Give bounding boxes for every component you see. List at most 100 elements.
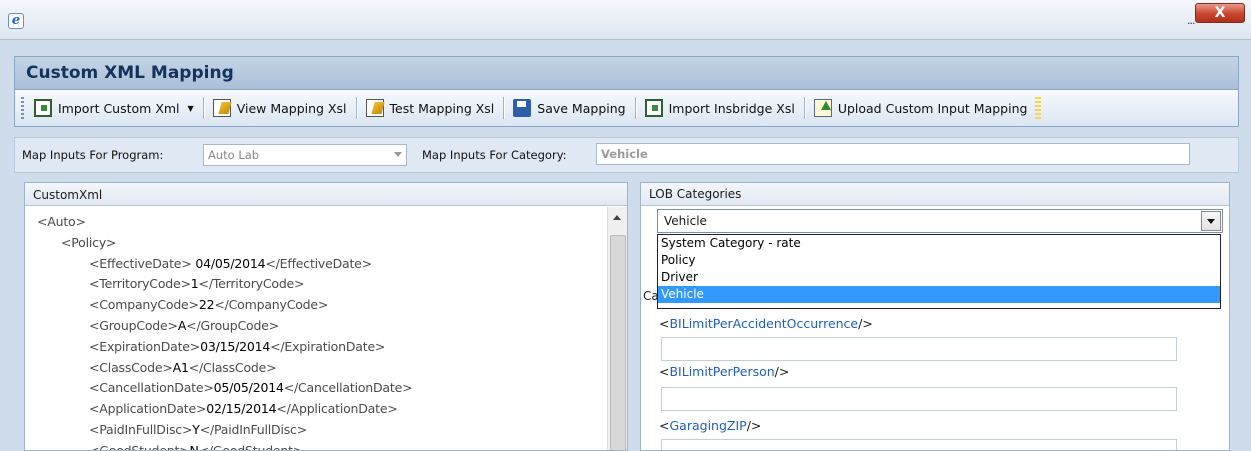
- minimize-button[interactable]: ...: [1187, 14, 1195, 27]
- import-custom-xml-button[interactable]: Import Custom Xml ▼: [30, 94, 198, 122]
- toolbar-separator: [202, 97, 204, 119]
- import-insbridge-xsl-label: Import Insbridge Xsl: [668, 100, 795, 116]
- lob-categories-panel: LOB Categories Vehicle System Category -…: [640, 182, 1230, 451]
- import-icon: [34, 99, 52, 117]
- xml-value: N: [189, 442, 199, 451]
- lob-category-select[interactable]: Vehicle: [657, 209, 1223, 233]
- xml-open-tag: <EffectiveDate>: [89, 255, 192, 271]
- xml-value: A: [177, 318, 187, 333]
- toolbar-separator: [803, 97, 805, 119]
- toolbar-separator: [634, 97, 636, 119]
- xml-value: 03/15/2014: [200, 338, 271, 354]
- toolbar: Import Custom Xml ▼ View Mapping Xsl Tes…: [14, 89, 1239, 127]
- chevron-down-icon[interactable]: ▼: [188, 104, 194, 113]
- xml-open-tag: <ExpirationDate>: [89, 338, 201, 354]
- lob-categories-header: LOB Categories: [641, 183, 1229, 206]
- category-label: Map Inputs For Category:: [422, 148, 567, 162]
- import-custom-xml-label: Import Custom Xml: [58, 100, 180, 116]
- xml-open-tag: <CancellationDate>: [89, 380, 214, 396]
- xml-line[interactable]: <PaidInFullDisc>Y</PaidInFullDisc>: [89, 422, 307, 437]
- field-tag-bracket: />: [746, 418, 762, 433]
- xml-close-tag: </CompanyCode>: [214, 297, 329, 313]
- field-tag-bracket: <: [659, 418, 670, 433]
- view-mapping-xsl-label: View Mapping Xsl: [236, 100, 347, 116]
- chevron-down-icon[interactable]: [1201, 211, 1221, 231]
- window-title-bar: e ... X: [0, 0, 1251, 40]
- toolbar-separator: [503, 97, 505, 119]
- scrollbar-thumb[interactable]: [610, 235, 626, 450]
- xml-open-tag: <PaidInFullDisc>: [89, 422, 193, 437]
- chevron-down-icon: [394, 152, 402, 157]
- xml-close-tag: </PaidInFullDisc>: [199, 422, 307, 437]
- field-label: <BILimitPerPerson/>: [659, 364, 789, 379]
- xml-line[interactable]: <EffectiveDate> 04/05/2014</EffectiveDat…: [89, 256, 372, 271]
- xml-line[interactable]: <GroupCode>A</GroupCode>: [89, 318, 279, 333]
- lob-category-dropdown[interactable]: System Category - rate Policy Driver Vehicl…: [657, 234, 1221, 309]
- xml-line[interactable]: <Policy>: [61, 234, 117, 250]
- xml-open-tag: <TerritoryCode>: [89, 276, 191, 292]
- custom-xml-panel: CustomXml <Auto> <Policy> <EffectiveDate> …: [24, 182, 628, 451]
- xml-line[interactable]: <ClassCode>A1</ClassCode>: [89, 359, 277, 375]
- import-insbridge-xsl-button[interactable]: Import Insbridge Xsl: [641, 94, 799, 122]
- toolbar-separator: [355, 97, 357, 119]
- xml-close-tag: </ClassCode>: [188, 359, 277, 375]
- filter-bar: Map Inputs For Program: Auto Lab Map Inp…: [14, 137, 1239, 173]
- xml-line[interactable]: <Auto>: [37, 214, 86, 229]
- upload-icon: [813, 99, 832, 117]
- test-mapping-xsl-button[interactable]: Test Mapping Xsl: [362, 94, 499, 122]
- xml-value: 02/15/2014: [206, 401, 277, 417]
- xml-close-tag: </ExpirationDate>: [270, 338, 386, 354]
- xml-close-tag: </ApplicationDate>: [276, 401, 398, 417]
- lob-option[interactable]: Driver: [658, 269, 1220, 286]
- field-name: GaragingZIP: [669, 418, 747, 433]
- xml-value: 22: [198, 297, 215, 313]
- field-tag-bracket: <: [659, 364, 670, 379]
- xml-value: 04/05/2014: [191, 255, 266, 271]
- upload-custom-input-mapping-button[interactable]: Upload Custom Input Mapping: [810, 94, 1032, 122]
- xml-line[interactable]: <CancellationDate>05/05/2014</Cancellati…: [89, 380, 413, 396]
- category-field[interactable]: Vehicle: [596, 143, 1190, 165]
- field-input[interactable]: [661, 337, 1177, 361]
- xml-close-tag: </TerritoryCode>: [198, 276, 305, 292]
- lob-option[interactable]: Vehicle: [658, 286, 1220, 303]
- xml-line[interactable]: <GoodStudent>N</GoodStudent>: [89, 442, 304, 451]
- scroll-up-icon[interactable]: [613, 215, 621, 220]
- lob-option[interactable]: Policy: [658, 252, 1220, 269]
- program-label: Map Inputs For Program:: [22, 148, 164, 162]
- field-input[interactable]: [661, 439, 1177, 450]
- field-tag-bracket: <: [659, 316, 670, 331]
- field-tag-bracket: />: [858, 316, 873, 331]
- lob-option[interactable]: System Category - rate: [658, 235, 1220, 252]
- xml-line[interactable]: <TerritoryCode>1</TerritoryCode>: [89, 276, 305, 292]
- view-mapping-xsl-button[interactable]: View Mapping Xsl: [209, 94, 351, 122]
- vertical-scrollbar[interactable]: [607, 207, 627, 450]
- browser-icon: e: [8, 13, 24, 29]
- toolbar-grip[interactable]: [21, 97, 24, 119]
- xml-open-tag: <Policy>: [61, 234, 117, 250]
- xml-open-tag: <Auto>: [37, 214, 86, 229]
- field-name: BILimitPerAccidentOccurrence: [669, 316, 859, 331]
- category-field-value: Vehicle: [601, 147, 648, 161]
- field-input[interactable]: [661, 387, 1177, 411]
- xml-close-tag: </CancellationDate>: [283, 380, 413, 396]
- xsl-view-icon: [212, 99, 231, 117]
- save-mapping-button[interactable]: Save Mapping: [509, 94, 629, 122]
- xml-value: 05/05/2014: [213, 380, 284, 396]
- xml-open-tag: <ClassCode>: [89, 359, 173, 375]
- xml-close-tag: </GroupCode>: [186, 318, 279, 333]
- program-select[interactable]: Auto Lab: [203, 144, 407, 166]
- page-title: Custom XML Mapping: [26, 63, 234, 83]
- xml-value: 1: [190, 276, 199, 292]
- xml-line[interactable]: <ApplicationDate>02/15/2014</Application…: [89, 401, 398, 416]
- xml-close-tag: </GoodStudent>: [198, 442, 304, 451]
- close-button[interactable]: X: [1195, 3, 1245, 23]
- xml-value: Y: [192, 422, 200, 437]
- xml-line[interactable]: <ExpirationDate>03/15/2014</ExpirationDa…: [89, 339, 385, 354]
- page-header: Custom XML Mapping: [14, 56, 1239, 89]
- save-icon: [513, 99, 532, 117]
- toolbar-overflow-grip[interactable]: [1035, 97, 1042, 119]
- xml-open-tag: <ApplicationDate>: [89, 401, 207, 417]
- upload-custom-input-mapping-label: Upload Custom Input Mapping: [837, 100, 1028, 116]
- xml-line[interactable]: <CompanyCode>22</CompanyCode>: [89, 297, 328, 312]
- xml-open-tag: <CompanyCode>: [89, 297, 199, 313]
